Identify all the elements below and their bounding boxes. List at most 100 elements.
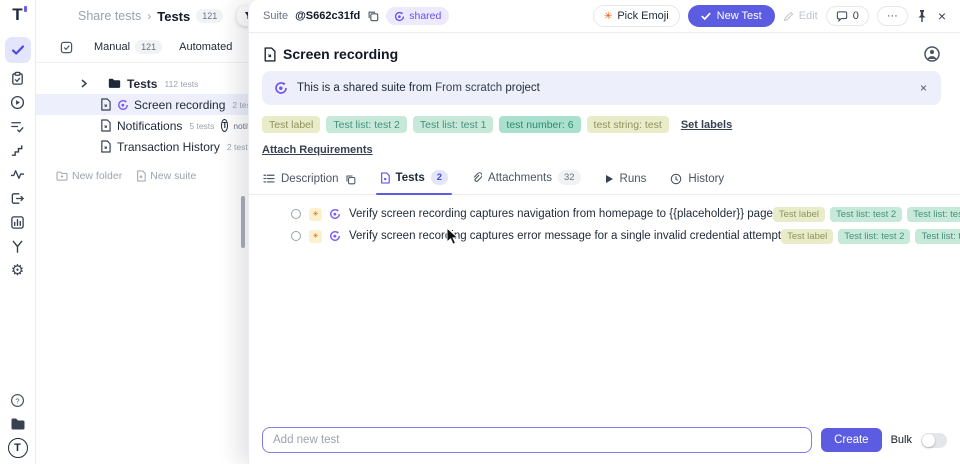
tree-meta: 5 tests [189,121,214,131]
steps-icon[interactable] [5,139,31,161]
comments-button[interactable]: 0 [826,6,869,26]
labels-row: Test label Test list: test 2 Test list: … [262,116,960,133]
document-icon [100,119,111,132]
document-icon [100,140,111,153]
test-row[interactable]: ✳ Verify screen recording captures error… [249,225,960,247]
comment-icon [836,11,848,22]
test-radio[interactable] [291,209,301,219]
tests-nav-check-icon[interactable] [5,37,31,63]
list-check-icon[interactable] [5,115,31,137]
shared-badge-label: shared [409,10,441,22]
help-icon[interactable]: ? [5,389,31,411]
more-button[interactable]: ··· [877,6,908,26]
play-circle-icon[interactable] [5,91,31,113]
scrollbar-thumb[interactable] [241,196,245,248]
import-icon[interactable] [5,187,31,209]
tree-label: Screen recording [134,98,225,112]
tab-automated[interactable]: Automated [179,41,232,53]
label-badge[interactable]: Test label [262,116,320,133]
new-folder-button[interactable]: New folder [56,170,122,182]
label-badge: Test label [773,207,825,222]
pin-icon[interactable] [916,9,928,23]
add-new-test-input[interactable] [262,427,812,453]
banner-text-before: This is a shared suite from [297,82,432,94]
label-badge[interactable]: test number: 6 [499,116,580,133]
gear-icon[interactable]: ⚙ [5,259,31,281]
app-logo-icon[interactable]: T [12,5,22,25]
shared-icon [394,11,405,22]
tab-attachments[interactable]: Attachments 32 [472,170,581,194]
label-badge[interactable]: Test list: test 1 [413,116,494,133]
label-badge[interactable]: test string: test [587,116,669,133]
history-clock-icon [670,173,682,185]
new-suite-icon [136,170,146,182]
shared-badge[interactable]: shared [386,7,449,25]
test-emoji-icon: ✳ [309,208,322,221]
tab-runs[interactable]: Runs [605,173,647,194]
tree-label: Transaction History [117,140,220,154]
breadcrumb: Share tests › Tests 121 × [36,0,248,32]
attach-requirements-link[interactable]: Attach Requirements [262,144,373,156]
dismiss-banner-icon[interactable]: × [918,81,929,95]
select-mode-icon[interactable] [60,41,73,54]
edit-button[interactable]: Edit [783,10,818,22]
test-row[interactable]: ✳ Verify screen recording captures navig… [249,203,960,225]
projects-folder-icon[interactable] [5,413,31,435]
title-row: Screen recording [249,33,960,62]
chevron-right-icon[interactable] [80,79,88,88]
create-button[interactable]: Create [821,428,882,452]
tree-footer: New folder New suite [56,170,248,182]
bulk-toggle[interactable] [921,433,947,448]
branch-icon[interactable] [5,235,31,257]
tab-manual[interactable]: Manual 121 [94,40,162,54]
emoji-spark-icon: ✳ [604,11,612,22]
report-chart-icon[interactable] [5,211,31,233]
copy-icon[interactable] [345,174,356,185]
assignee-avatar-icon[interactable] [924,46,940,62]
test-title[interactable]: Verify screen recording captures navigat… [349,208,773,220]
description-list-icon [263,174,275,184]
test-title[interactable]: Verify screen recording captures error m… [349,230,781,242]
tab-tests[interactable]: Tests 2 [380,170,449,194]
document-icon [100,98,111,111]
icon-rail: T ⚙ ? [0,0,36,464]
label-badge: Test list: test 1 [915,229,960,244]
shared-icon [329,208,341,220]
shared-icon [329,230,341,242]
label-badge: Test list: test 1 [907,207,960,222]
tree-row-notifications[interactable]: Notifications 5 tests T notifi [36,115,248,136]
tree-row-tests[interactable]: Tests 112 tests [36,73,248,94]
tree-meta: 2 tests [227,142,248,152]
profile-logo-icon[interactable]: T [8,438,28,458]
pick-emoji-button[interactable]: ✳ Pick Emoji [593,5,680,27]
breadcrumb-current[interactable]: Tests [157,9,190,24]
tree-row-transaction-history[interactable]: Transaction History 2 tests T [36,136,248,157]
more-dots-icon: ··· [887,10,898,22]
tab-description[interactable]: Description [263,173,356,194]
test-radio[interactable] [291,231,301,241]
add-test-row: Create Bulk [262,427,947,453]
new-suite-button[interactable]: New suite [136,170,196,182]
tests-list: ✳ Verify screen recording captures navig… [249,203,960,247]
detail-tabs: Description Tests 2 Attachments 32 Runs … [249,170,960,195]
filter-chip[interactable]: × [237,6,248,26]
tests-document-icon [380,172,390,184]
pick-emoji-label: Pick Emoji [617,10,668,22]
clipboard-icon[interactable] [5,67,31,89]
tree-row-screen-recording[interactable]: Screen recording 2 tests [36,94,248,115]
pencil-icon [783,11,794,22]
shared-icon [274,81,288,95]
pulse-icon[interactable] [5,163,31,185]
test-labels: Test label Test list: test 2 Test list: … [781,229,960,244]
label-badge: Test list: test 2 [830,207,902,222]
set-labels-link[interactable]: Set labels [681,119,732,131]
breadcrumb-parent[interactable]: Share tests [78,9,141,23]
banner-project-link[interactable]: From scratch [435,82,502,94]
tab-history[interactable]: History [670,173,724,194]
label-badge[interactable]: Test list: test 2 [326,116,407,133]
new-test-button[interactable]: New Test [688,5,775,27]
tab-tests-label: Tests [396,172,425,184]
new-folder-label: New folder [72,170,122,182]
copy-suite-id-icon[interactable] [367,10,379,22]
close-panel-icon[interactable]: × [936,8,948,24]
